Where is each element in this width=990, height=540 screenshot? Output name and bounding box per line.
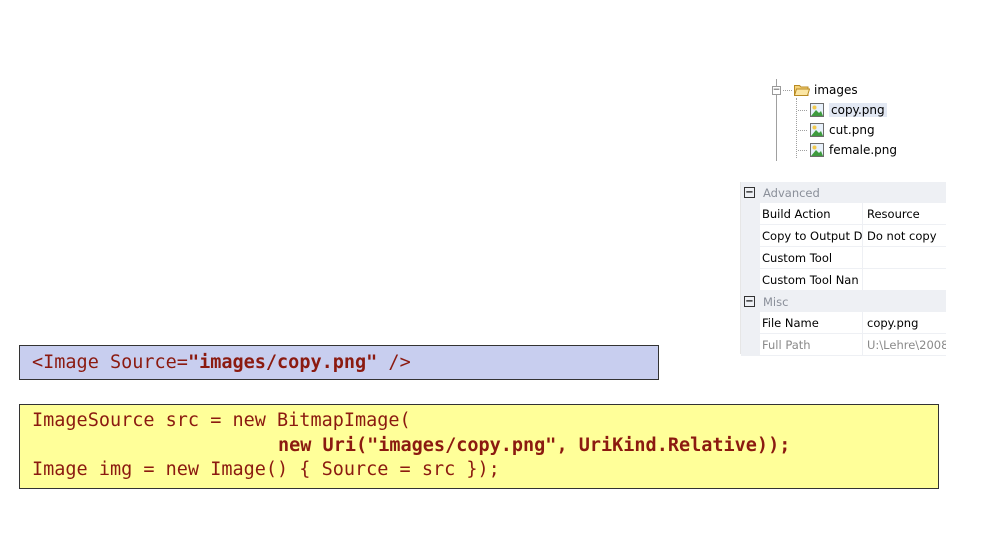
solution-explorer-tree: − images copy.png cut.png female.png: [768, 79, 928, 161]
property-name: Custom Tool: [760, 247, 863, 268]
tree-folder-label: images: [814, 83, 858, 97]
property-value[interactable]: copy.png: [863, 312, 946, 333]
property-name: Build Action: [760, 203, 863, 224]
property-value[interactable]: [863, 247, 946, 268]
collapse-icon[interactable]: −: [744, 187, 755, 198]
property-row-custom-tool-namespace[interactable]: Custom Tool Nan: [741, 269, 946, 291]
code-line-2-text: new Uri("images/copy.png", UriKind.Relat…: [278, 434, 791, 456]
tree-file-cut[interactable]: cut.png: [796, 121, 875, 139]
property-row-build-action[interactable]: Build Action Resource: [741, 203, 946, 225]
property-value[interactable]: [863, 269, 946, 290]
property-value[interactable]: Do not copy: [863, 225, 946, 246]
tree-file-label: cut.png: [829, 123, 875, 137]
property-value: U:\Lehre\2008\: [867, 337, 946, 352]
xaml-code-snippet: <Image Source= "images/copy.png" />: [19, 345, 659, 380]
property-row-file-name[interactable]: File Name copy.png: [741, 312, 946, 334]
image-file-icon: [810, 123, 824, 137]
category-label: Advanced: [763, 185, 820, 200]
property-name: Custom Tool Nan: [760, 269, 863, 290]
category-advanced[interactable]: − Advanced: [741, 182, 946, 203]
code-line-1: ImageSource src = new BitmapImage(: [32, 410, 411, 431]
tree-file-female[interactable]: female.png: [796, 141, 897, 159]
property-row-full-path[interactable]: Full Path U:\Lehre\2008\: [741, 334, 946, 356]
tree-file-copy[interactable]: copy.png: [796, 101, 887, 119]
folder-open-icon: [794, 85, 810, 96]
collapse-icon[interactable]: −: [744, 296, 755, 307]
property-name: File Name: [760, 312, 863, 333]
image-file-icon: [810, 103, 824, 117]
xaml-suffix: />: [377, 352, 411, 373]
property-value[interactable]: Resource: [863, 203, 946, 224]
property-row-custom-tool[interactable]: Custom Tool: [741, 247, 946, 269]
code-line-2: new Uri("images/copy.png", UriKind.Relat…: [32, 434, 938, 459]
tree-folder-images[interactable]: − images: [772, 81, 858, 99]
property-row-copy-to-output[interactable]: Copy to Output D Do not copy: [741, 225, 946, 247]
xaml-source-value: "images/copy.png": [187, 352, 378, 373]
tree-file-label: copy.png: [829, 103, 887, 117]
property-name: Full Path: [760, 334, 863, 355]
properties-grid: − Advanced Build Action Resource Copy to…: [740, 182, 946, 356]
csharp-code-snippet: ImageSource src = new BitmapImage( new U…: [19, 404, 939, 489]
property-name: Copy to Output D: [760, 225, 863, 246]
xaml-prefix: <Image Source=: [32, 352, 188, 373]
code-line-3: Image img = new Image() { Source = src }…: [32, 459, 500, 480]
category-misc[interactable]: − Misc: [741, 291, 946, 312]
category-label: Misc: [763, 294, 789, 309]
image-file-icon: [810, 143, 824, 157]
tree-file-label: female.png: [829, 143, 898, 157]
collapse-icon[interactable]: −: [772, 85, 781, 95]
